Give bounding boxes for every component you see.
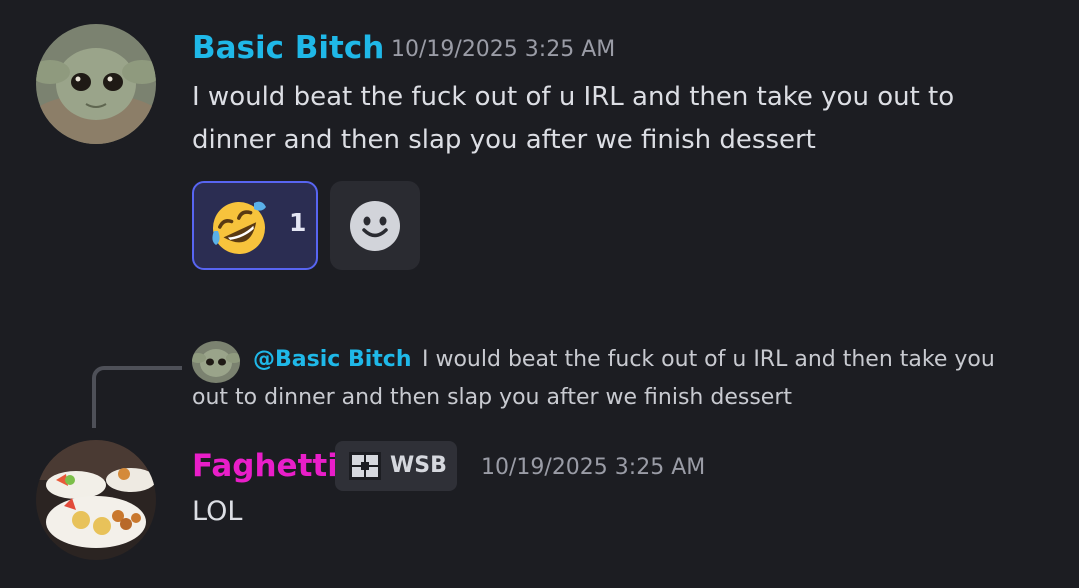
- reply-mention[interactable]: @Basic Bitch: [253, 347, 411, 372]
- timestamp: 10/19/2025 3:25 AM: [481, 455, 706, 480]
- reaction-rolling-laughing[interactable]: 1: [192, 181, 318, 270]
- smiley-face-icon: [350, 201, 400, 251]
- avatar-faghetti[interactable]: [36, 440, 156, 560]
- timestamp: 10/19/2025 3:25 AM: [391, 37, 616, 62]
- puzzle-icon: [349, 452, 381, 480]
- author-name[interactable]: Faghetti: [192, 448, 338, 484]
- avatar-basic-bitch[interactable]: [36, 24, 156, 144]
- rolling-laughing-emoji-icon: [212, 201, 266, 254]
- role-tag[interactable]: WSB: [335, 441, 457, 491]
- reply-connector: [92, 366, 182, 428]
- add-reaction-button[interactable]: [330, 181, 420, 270]
- author-name[interactable]: Basic Bitch: [192, 30, 384, 66]
- message-text: I would beat the fuck out of u IRL and t…: [192, 82, 955, 155]
- role-tag-label: WSB: [390, 453, 447, 478]
- message-text: LOL: [192, 496, 243, 527]
- reaction-count: 1: [289, 208, 307, 237]
